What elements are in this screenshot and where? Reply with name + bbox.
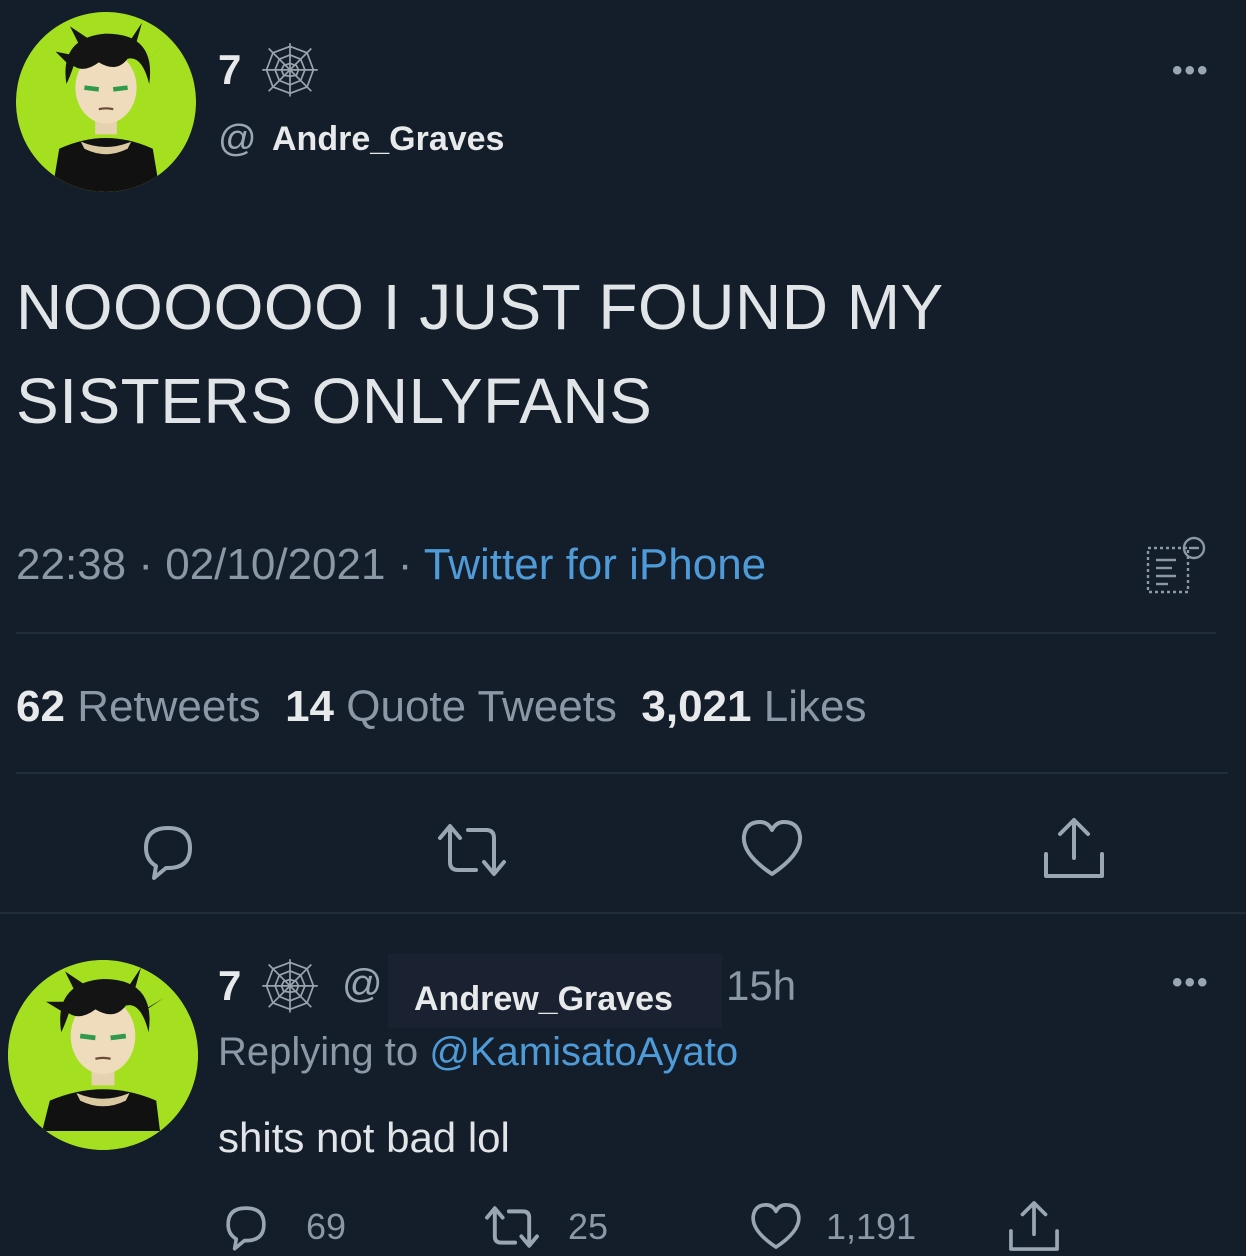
quote-tweets-count: 14 <box>285 682 335 731</box>
share-icon[interactable] <box>1040 814 1108 882</box>
reply-handle[interactable]: Andrew_Graves <box>414 980 673 1019</box>
tweet-time[interactable]: 22:38 <box>16 540 126 589</box>
tweet-text-line: NOOOOOO I JUST FOUND MY <box>16 271 944 343</box>
likes-count: 3,021 <box>641 682 752 731</box>
reply-text: shits not bad lol <box>218 1114 510 1161</box>
tweet-date[interactable]: 02/10/2021 <box>165 540 385 589</box>
quote-tweets-stat[interactable]: 14 Quote Tweets <box>285 682 617 731</box>
analytics-icon[interactable] <box>1146 534 1208 598</box>
replying-label: Replying to <box>218 1030 419 1074</box>
tweet-text-line: SISTERS ONLYFANS <box>16 365 653 437</box>
share-icon[interactable] <box>1006 1198 1062 1254</box>
handle[interactable]: Andre_Graves <box>272 120 504 159</box>
spiderweb-icon <box>258 40 322 100</box>
retweets-label: Retweets <box>77 682 261 731</box>
tweet-meta: 22:38 · 02/10/2021 · Twitter for iPhone <box>16 540 766 590</box>
like-icon[interactable] <box>738 816 806 880</box>
reply-icon[interactable] <box>220 1200 272 1252</box>
retweets-stat[interactable]: 62 Retweets <box>16 682 261 731</box>
replying-to: Replying to @KamisatoAyato <box>218 1030 738 1075</box>
meta-separator: · <box>397 540 413 589</box>
meta-separator: · <box>138 540 153 589</box>
quote-tweets-label: Quote Tweets <box>346 682 617 731</box>
tweet-stats: 62 Retweets 14 Quote Tweets 3,021 Likes <box>16 682 866 732</box>
reply-more-options-button[interactable]: ••• <box>1172 966 1210 1000</box>
replying-mention-link[interactable]: @KamisatoAyato <box>429 1030 738 1074</box>
reply-time[interactable]: 15h <box>726 962 796 1010</box>
reply-handle-at-symbol: @ <box>342 962 383 1006</box>
divider <box>0 912 1246 914</box>
divider <box>16 772 1228 774</box>
reply-display-name[interactable]: 7 <box>218 962 241 1010</box>
more-options-button[interactable]: ••• <box>1172 54 1210 88</box>
reply-icon[interactable] <box>136 818 200 882</box>
tweet-source-link[interactable]: Twitter for iPhone <box>424 540 766 589</box>
like-count: 1,191 <box>826 1206 917 1247</box>
retweet-count: 25 <box>568 1206 609 1247</box>
avatar[interactable] <box>16 12 196 192</box>
spiderweb-icon <box>258 956 322 1016</box>
tweet-text: NOOOOOO I JUST FOUND MY SISTERS ONLYFANS <box>16 260 1216 448</box>
divider <box>16 632 1216 634</box>
handle-at-symbol: @ <box>218 118 257 160</box>
like-icon[interactable] <box>748 1200 804 1252</box>
likes-stat[interactable]: 3,021 Likes <box>641 682 866 731</box>
retweet-icon[interactable] <box>432 818 512 882</box>
likes-label: Likes <box>763 682 867 731</box>
reply-count: 69 <box>306 1206 347 1247</box>
reply-avatar[interactable] <box>8 960 198 1150</box>
reply-handle-box: Andrew_Graves <box>388 954 722 1028</box>
display-name[interactable]: 7 <box>218 46 241 94</box>
retweet-icon[interactable] <box>480 1202 544 1252</box>
retweets-count: 62 <box>16 682 65 731</box>
